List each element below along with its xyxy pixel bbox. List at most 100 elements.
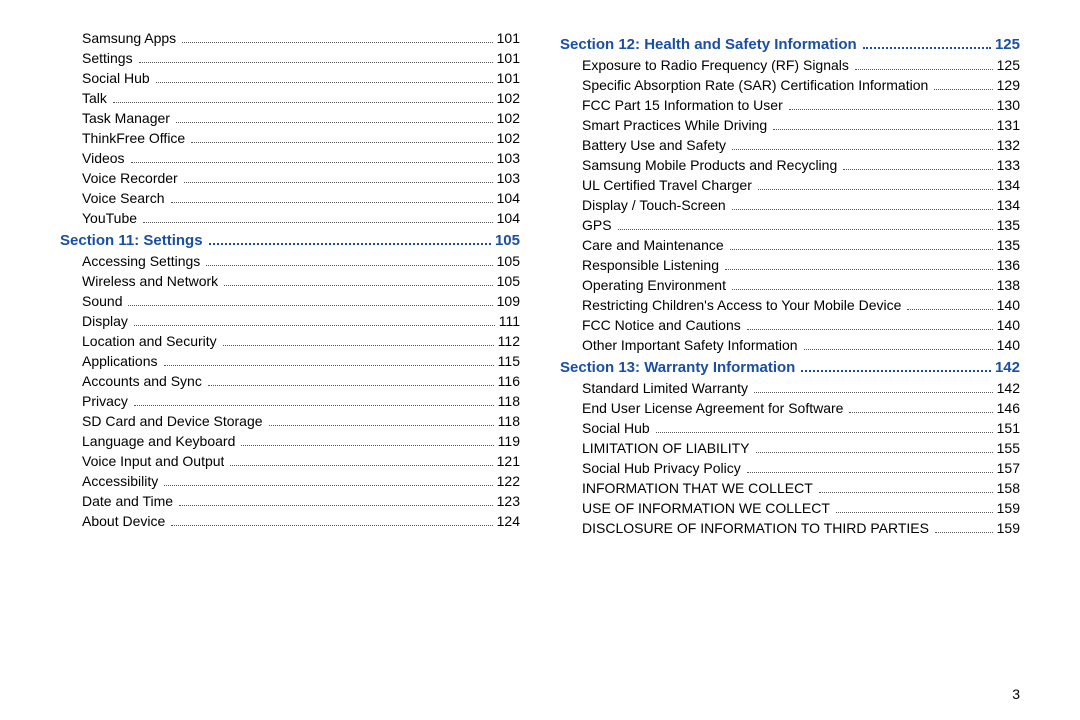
entry-page: 132 [997,137,1020,153]
entry-label: Voice Recorder [82,170,178,186]
toc-entry[interactable]: Voice Input and Output121 [82,453,520,469]
toc-entry[interactable]: End User License Agreement for Software1… [582,400,1020,416]
toc-section-heading[interactable]: Section 13: Warranty Information 142 [560,359,1020,376]
toc-entry[interactable]: Care and Maintenance135 [582,237,1020,253]
leader-dots [656,432,993,433]
leader-dots [206,265,492,266]
toc-entry[interactable]: Task Manager102 [82,110,520,126]
toc-entry[interactable]: Privacy118 [82,393,520,409]
entry-label: Social Hub [82,70,150,86]
section-label: Section 12: Health and Safety Informatio… [560,36,857,53]
toc-entry[interactable]: Other Important Safety Information140 [582,337,1020,353]
entry-label: ThinkFree Office [82,130,185,146]
toc-entry[interactable]: Voice Recorder 103 [82,170,520,186]
toc-entry[interactable]: Restricting Children's Access to Your Mo… [582,297,1020,313]
entry-label: Care and Maintenance [582,237,724,253]
leader-dots [730,249,993,250]
toc-entry[interactable]: Social Hub Privacy Policy157 [582,460,1020,476]
entry-label: Settings [82,50,133,66]
entry-page: 155 [997,440,1020,456]
leader-dots [747,472,993,473]
toc-entry[interactable]: Location and Security112 [82,333,520,349]
entry-page: 133 [997,157,1020,173]
toc-entry[interactable]: Battery Use and Safety 132 [582,137,1020,153]
toc-entry[interactable]: Standard Limited Warranty 142 [582,380,1020,396]
section-page: 142 [995,359,1020,376]
toc-section-heading[interactable]: Section 12: Health and Safety Informatio… [560,36,1020,53]
entry-label: Social Hub [582,420,650,436]
entry-label: Location and Security [82,333,217,349]
toc-entry[interactable]: Voice Search104 [82,190,520,206]
entry-page: 103 [497,150,520,166]
toc-entry[interactable]: Specific Absorption Rate (SAR) Certifica… [582,77,1020,93]
entry-page: 142 [997,380,1020,396]
toc-entry[interactable]: GPS135 [582,217,1020,233]
toc-entry[interactable]: Accessibility122 [82,473,520,489]
toc-entry[interactable]: Responsible Listening136 [582,257,1020,273]
entry-label: Voice Search [82,190,165,206]
entry-page: 135 [997,217,1020,233]
entry-page: 109 [497,293,520,309]
entry-page: 103 [497,170,520,186]
toc-entry[interactable]: Date and Time123 [82,493,520,509]
toc-entry[interactable]: Sound109 [82,293,520,309]
entry-label: FCC Notice and Cautions [582,317,741,333]
entry-label: Specific Absorption Rate (SAR) Certifica… [582,77,928,93]
leader-dots [241,445,493,446]
toc-entry[interactable]: Smart Practices While Driving131 [582,117,1020,133]
toc-entry[interactable]: LIMITATION OF LIABILITY155 [582,440,1020,456]
toc-entry[interactable]: FCC Part 15 Information to User130 [582,97,1020,113]
toc-section-heading[interactable]: Section 11: Settings105 [60,232,520,249]
leader-dots [849,412,992,413]
toc-entry[interactable]: Videos103 [82,150,520,166]
toc-entry[interactable]: Samsung Apps101 [82,30,520,46]
entry-label: Responsible Listening [582,257,719,273]
toc-entry[interactable]: FCC Notice and Cautions 140 [582,317,1020,333]
toc-entry[interactable]: UL Certified Travel Charger134 [582,177,1020,193]
toc-entry[interactable]: Wireless and Network105 [82,273,520,289]
entry-page: 102 [497,110,520,126]
toc-entry[interactable]: Samsung Mobile Products and Recycling 133 [582,157,1020,173]
entry-page: 157 [997,460,1020,476]
entry-page: 115 [498,353,520,369]
toc-entry[interactable]: Display / Touch-Screen134 [582,197,1020,213]
toc-entry[interactable]: Talk102 [82,90,520,106]
toc-entry[interactable]: Language and Keyboard119 [82,433,520,449]
toc-entry[interactable]: INFORMATION THAT WE COLLECT158 [582,480,1020,496]
toc-columns: Samsung Apps101 Settings101 Social Hub101 T… [60,30,1020,540]
toc-entry[interactable]: Display111 [82,313,520,329]
entry-label: Operating Environment [582,277,726,293]
section-label: Section 13: Warranty Information [560,359,795,376]
toc-entry[interactable]: DISCLOSURE OF INFORMATION TO THIRD PARTI… [582,520,1020,536]
toc-page: Samsung Apps101 Settings101 Social Hub101 T… [0,0,1080,720]
toc-entry[interactable]: Settings101 [82,50,520,66]
entry-page: 116 [498,373,520,389]
toc-entry[interactable]: ThinkFree Office102 [82,130,520,146]
entry-page: 125 [997,57,1020,73]
entry-page: 138 [997,277,1020,293]
entry-label: Standard Limited Warranty [582,380,748,396]
entry-page: 140 [997,317,1020,333]
toc-entry[interactable]: Social Hub151 [582,420,1020,436]
leader-dots [863,47,991,49]
toc-entry[interactable]: About Device124 [82,513,520,529]
toc-entry[interactable]: Operating Environment 138 [582,277,1020,293]
entry-label: Samsung Mobile Products and Recycling [582,157,837,173]
toc-entry[interactable]: Accessing Settings105 [82,253,520,269]
leader-dots [935,532,993,533]
leader-dots [789,109,993,110]
toc-entry[interactable]: Accounts and Sync116 [82,373,520,389]
entry-label: INFORMATION THAT WE COLLECT [582,480,813,496]
leader-dots [224,285,492,286]
entry-page: 121 [497,453,520,469]
toc-entry[interactable]: YouTube104 [82,210,520,226]
entry-page: 146 [997,400,1020,416]
toc-entry[interactable]: Applications115 [82,353,520,369]
entry-label: Talk [82,90,107,106]
section-label: Section 11: Settings [60,232,203,249]
toc-entry[interactable]: SD Card and Device Storage118 [82,413,520,429]
entry-label: Battery Use and Safety [582,137,726,153]
toc-entry[interactable]: Exposure to Radio Frequency (RF) Signals… [582,57,1020,73]
toc-entry[interactable]: Social Hub101 [82,70,520,86]
toc-entry[interactable]: USE OF INFORMATION WE COLLECT159 [582,500,1020,516]
